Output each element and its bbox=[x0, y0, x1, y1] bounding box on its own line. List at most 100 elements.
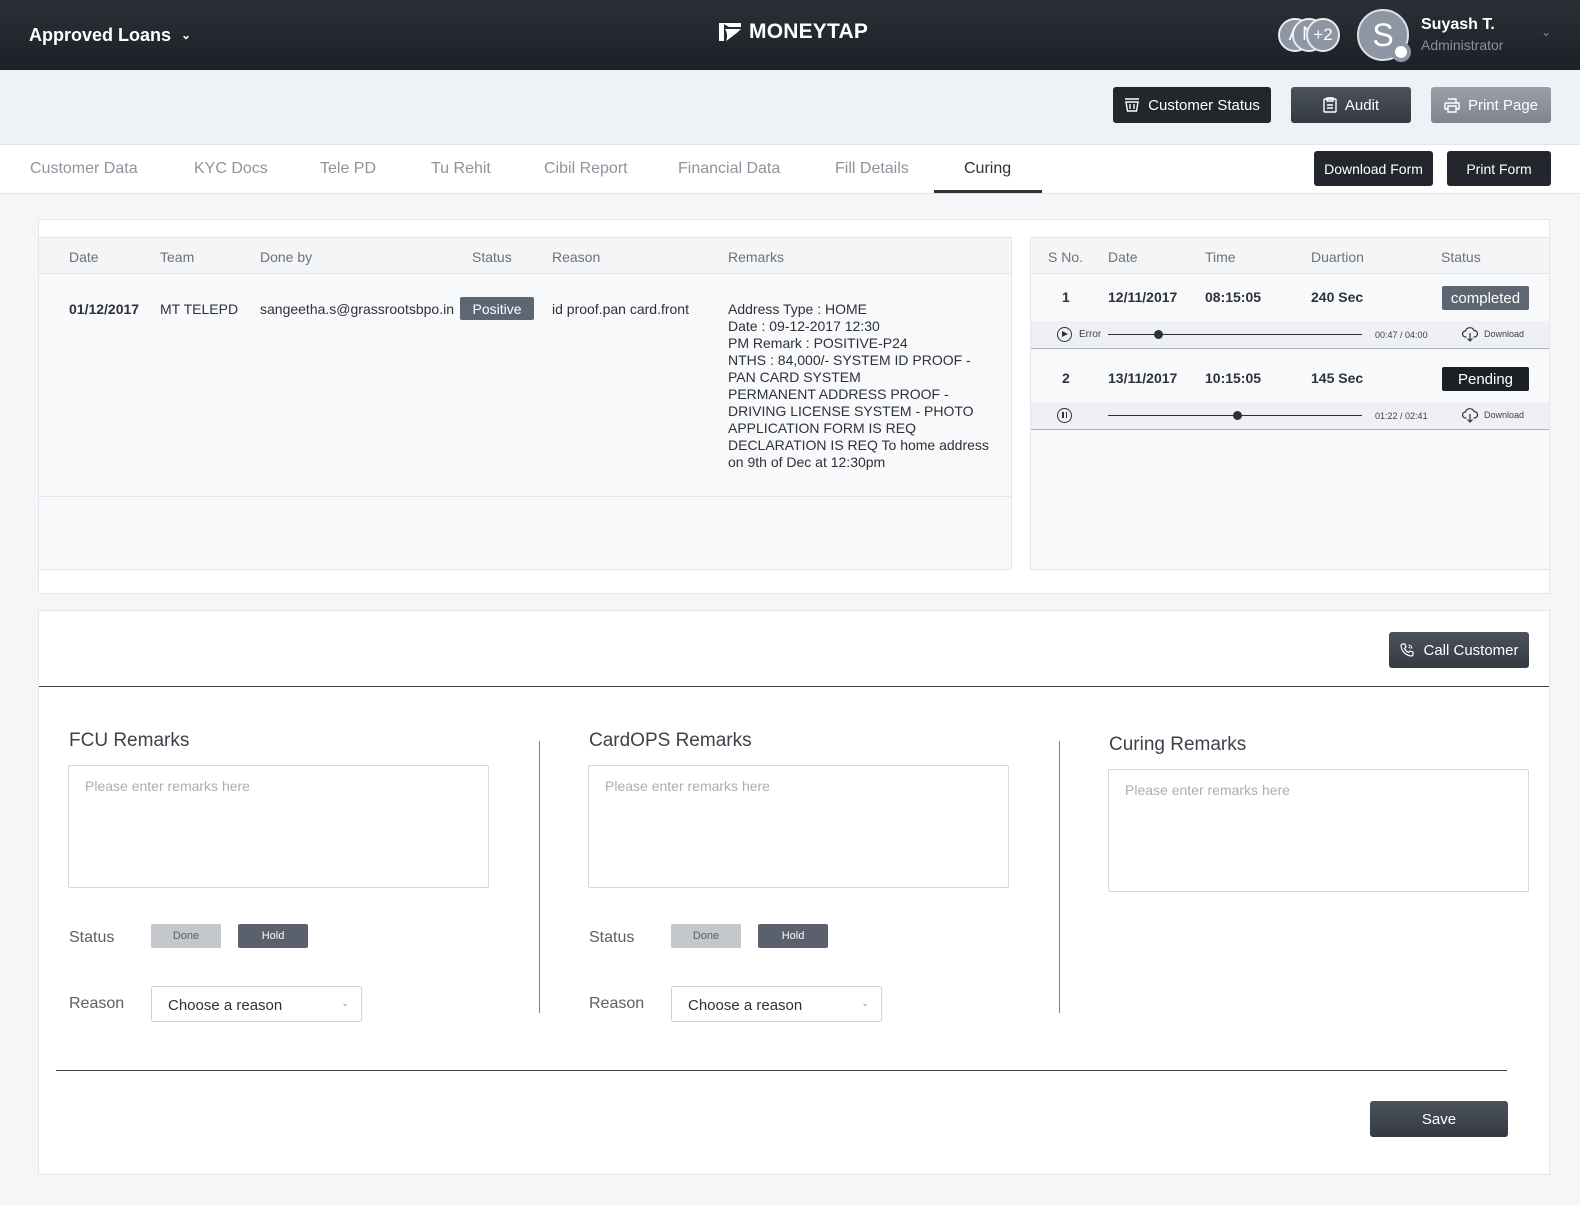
user-name: Suyash T. bbox=[1421, 16, 1495, 33]
form-divider bbox=[39, 686, 1549, 687]
fcu-status-label: Status bbox=[69, 929, 115, 946]
status-badge: completed bbox=[1442, 286, 1529, 310]
tab-curing[interactable]: Curing bbox=[964, 160, 1011, 178]
clipboard-icon bbox=[1323, 97, 1337, 113]
history-date: 01/12/2017 bbox=[69, 301, 140, 317]
column-header: Reason bbox=[552, 249, 601, 265]
cardops-status-done-button[interactable]: Done bbox=[671, 924, 741, 948]
column-header: Date bbox=[69, 249, 99, 265]
customer-status-button[interactable]: Customer Status bbox=[1113, 87, 1271, 123]
audio-progress-track[interactable] bbox=[1108, 330, 1362, 339]
active-tab-indicator bbox=[934, 190, 1042, 193]
tab-fill-details[interactable]: Fill Details bbox=[835, 160, 909, 178]
column-header: Done by bbox=[260, 249, 313, 265]
table-header: Date Team Done by Status Reason Remarks bbox=[39, 238, 1011, 274]
history-team: MT TELEPD bbox=[160, 301, 239, 317]
fcu-reason-select[interactable]: Choose a reason ⌄ bbox=[151, 986, 362, 1022]
tab-customer-data[interactable]: Customer Data bbox=[30, 160, 138, 178]
column-header: Time bbox=[1205, 249, 1236, 265]
tab-kyc-docs[interactable]: KYC Docs bbox=[194, 160, 268, 178]
app-title: Approved Loans bbox=[29, 25, 172, 45]
recording-date: 12/11/2017 bbox=[1108, 289, 1178, 305]
status-badge: Pending bbox=[1442, 367, 1529, 391]
recording-date: 13/11/2017 bbox=[1108, 370, 1178, 386]
top-bar: Approved Loans⌄ MONEYTAP A N +2 S Suyash… bbox=[0, 0, 1580, 70]
audio-time: 01:22 / 02:41 bbox=[1375, 411, 1428, 421]
table-row: 1 12/11/2017 08:15:05 240 Sec completed bbox=[1031, 275, 1549, 321]
avatar-more-count[interactable]: +2 bbox=[1306, 18, 1340, 52]
fcu-reason-label: Reason bbox=[69, 995, 125, 1012]
cardops-remarks-title: CardOPS Remarks bbox=[589, 730, 752, 751]
online-status-icon bbox=[1391, 42, 1411, 62]
status-badge: Positive bbox=[460, 297, 534, 320]
curing-remarks-input[interactable] bbox=[1108, 769, 1529, 892]
call-customer-button[interactable]: Call Customer bbox=[1389, 632, 1529, 668]
audio-progress-track[interactable] bbox=[1108, 411, 1362, 420]
audit-button[interactable]: Audit bbox=[1291, 87, 1411, 123]
download-link[interactable]: Download bbox=[1484, 329, 1524, 339]
tab-financial-data[interactable]: Financial Data bbox=[678, 160, 780, 178]
fcu-status-hold-button[interactable]: Hold bbox=[238, 924, 308, 948]
row-divider bbox=[39, 496, 1011, 497]
fcu-remarks-input[interactable] bbox=[68, 765, 489, 888]
action-bar: Customer Status Audit Print Page bbox=[0, 70, 1580, 145]
player-error-label: Error bbox=[1079, 329, 1102, 340]
play-icon[interactable] bbox=[1057, 327, 1072, 342]
table-header: S No. Date Time Duartion Status bbox=[1031, 238, 1549, 274]
printer-icon bbox=[1444, 97, 1460, 113]
recording-duration: 240 Sec bbox=[1311, 289, 1364, 305]
cloud-download-icon[interactable] bbox=[1462, 327, 1478, 342]
chevron-down-icon: ⌄ bbox=[861, 998, 869, 1008]
app-switcher[interactable]: Approved Loans ⌄ bbox=[29, 25, 191, 46]
cardops-remarks-input[interactable] bbox=[588, 765, 1009, 888]
basket-icon bbox=[1125, 98, 1140, 112]
column-separator bbox=[1059, 741, 1060, 1013]
history-remarks: Address Type : HOME Date : 09-12-2017 12… bbox=[728, 301, 989, 470]
moneytap-logo-icon bbox=[719, 23, 741, 41]
print-form-button[interactable]: Print Form bbox=[1447, 151, 1551, 186]
curing-remarks-title: Curing Remarks bbox=[1109, 734, 1247, 755]
phone-icon bbox=[1400, 643, 1415, 657]
column-header: Status bbox=[1441, 249, 1481, 265]
tab-bar: Customer Data KYC Docs Tele PD Tu Rehit … bbox=[0, 145, 1580, 194]
recording-time: 08:15:05 bbox=[1205, 289, 1262, 305]
tab-cibil-report[interactable]: Cibil Report bbox=[544, 160, 628, 178]
cardops-reason-label: Reason bbox=[589, 995, 645, 1012]
recording-sno: 2 bbox=[1062, 370, 1070, 386]
user-role: Administrator bbox=[1421, 37, 1504, 53]
download-link[interactable]: Download bbox=[1484, 410, 1524, 420]
audio-progress-handle[interactable] bbox=[1153, 330, 1163, 339]
form-footer-divider bbox=[56, 1070, 1507, 1071]
chevron-down-icon: ⌄ bbox=[181, 28, 192, 42]
audio-progress-handle[interactable] bbox=[1233, 411, 1243, 420]
tab-tu-rehit[interactable]: Tu Rehit bbox=[431, 160, 491, 178]
history-reason: id proof.pan card.front bbox=[552, 301, 689, 317]
recording-duration: 145 Sec bbox=[1311, 370, 1364, 386]
logo: MONEYTAP bbox=[717, 20, 868, 44]
column-header: Duartion bbox=[1311, 249, 1364, 265]
user-menu-chevron-icon[interactable]: ⌄ bbox=[1541, 25, 1551, 39]
remarks-form-card bbox=[38, 610, 1550, 1175]
column-header: Date bbox=[1108, 249, 1138, 265]
column-header: S No. bbox=[1048, 249, 1084, 265]
recording-time: 10:15:05 bbox=[1205, 370, 1262, 386]
download-form-button[interactable]: Download Form bbox=[1314, 151, 1433, 186]
fcu-status-done-button[interactable]: Done bbox=[151, 924, 221, 948]
save-button[interactable]: Save bbox=[1370, 1101, 1508, 1137]
column-header: Team bbox=[160, 249, 195, 265]
fcu-remarks-title: FCU Remarks bbox=[69, 730, 190, 751]
cardops-reason-select[interactable]: Choose a reason ⌄ bbox=[671, 986, 882, 1022]
remarks-history-table: Date Team Done by Status Reason Remarks … bbox=[38, 237, 1012, 570]
history-done-by: sangeetha.s@grassrootsbpo.in bbox=[260, 301, 454, 317]
pause-icon[interactable] bbox=[1057, 408, 1072, 423]
cardops-status-label: Status bbox=[589, 929, 635, 946]
print-page-button[interactable]: Print Page bbox=[1431, 87, 1551, 123]
column-header: Status bbox=[472, 249, 512, 265]
logo-text: MONEYTAP bbox=[749, 20, 869, 43]
audio-time: 00:47 / 04:00 bbox=[1375, 330, 1428, 340]
column-separator bbox=[539, 741, 540, 1013]
cardops-status-hold-button[interactable]: Hold bbox=[758, 924, 828, 948]
column-header: Remarks bbox=[728, 249, 785, 265]
cloud-download-icon[interactable] bbox=[1462, 408, 1478, 423]
tab-tele-pd[interactable]: Tele PD bbox=[320, 160, 376, 178]
